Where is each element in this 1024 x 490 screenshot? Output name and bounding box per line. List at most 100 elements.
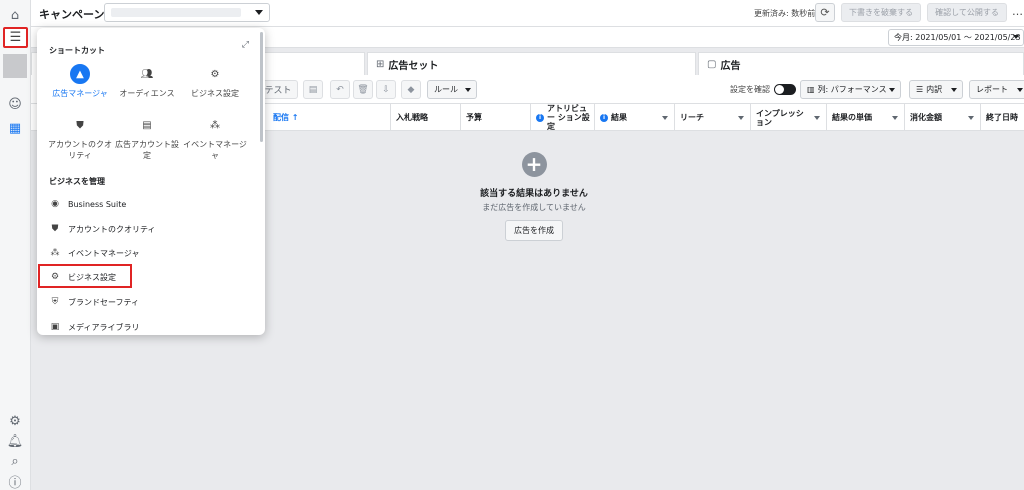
export-icon: ⇩ (382, 84, 390, 95)
create-ad-button[interactable]: 広告を作成 (505, 220, 563, 241)
tab-adsets-label: 広告セット (388, 60, 439, 72)
ads-manager-icon: ▲ (70, 64, 90, 84)
review-publish-button[interactable]: 確認して公開する (927, 3, 1007, 22)
chevron-down-icon (889, 88, 895, 92)
undo-icon: ↶ (336, 84, 344, 95)
settings-gear-icon[interactable]: ⚙ (5, 411, 25, 431)
chevron-down-icon (255, 10, 263, 15)
shield-icon: ⛊ (76, 119, 84, 131)
menu-button[interactable]: ☰ (3, 27, 28, 48)
update-status: 更新済み: 数秒前 (754, 9, 816, 18)
menu-item-label: イベントマネージャ (68, 248, 140, 258)
col-amount-spent[interactable]: 消化金額 (905, 104, 981, 131)
columns-icon: ▥ (807, 85, 815, 94)
menu-scrollbar[interactable] (260, 32, 263, 142)
rules-dropdown[interactable]: ルール (427, 80, 477, 99)
chevron-down-icon (892, 116, 898, 120)
shortcut-label: オーディエンス (119, 89, 175, 98)
plus-circle-icon[interactable]: + (521, 152, 547, 177)
chevron-down-icon (465, 88, 471, 92)
tag-icon: ◆ (407, 84, 415, 95)
adset-grid-icon: ⊞ (376, 58, 385, 70)
reports-label: レポート (976, 85, 1008, 94)
chevron-down-icon (1013, 35, 1019, 39)
shortcut-ad-account-settings[interactable]: ▤ 広告アカウント設定 (112, 115, 182, 161)
col-budget[interactable]: 予算 (461, 104, 531, 131)
tab-ads[interactable]: ▢ 広告 (698, 52, 1024, 75)
campaign-selector[interactable] (104, 3, 270, 22)
page-title: キャンペーン (39, 8, 105, 21)
duplicate-button[interactable]: ▤ (303, 80, 323, 99)
col-spent-label: 消化金額 (910, 113, 942, 122)
breakdown-icon: ☰ (916, 85, 924, 94)
highlight-box (38, 264, 132, 288)
breakdown-label: 内訳 (926, 85, 943, 94)
shortcut-label: ビジネス設定 (191, 89, 239, 98)
menu-item-brand-safety[interactable]: ⛨ ブランドセーフティ (49, 293, 139, 311)
shortcut-business-settings[interactable]: ⚙ ビジネス設定 (180, 64, 250, 99)
chevron-down-icon (968, 116, 974, 120)
campaigns-table-icon[interactable]: ▦ (5, 118, 25, 138)
trash-icon: 🗑︎ (357, 84, 369, 95)
ad-account-icon: ▤ (142, 119, 152, 131)
settings-check-label: 設定を確認 (730, 85, 770, 94)
brand-safety-icon: ⛨ (51, 297, 59, 307)
shortcut-label: イベントマネージャ (183, 140, 247, 160)
notifications-bell-icon[interactable]: 🔔︎ (5, 431, 25, 451)
menu-item-events-manager[interactable]: ⁂ イベントマネージャ (49, 244, 140, 262)
col-results[interactable]: i 結果 (595, 104, 675, 131)
chevron-down-icon (814, 116, 820, 120)
shortcut-account-quality[interactable]: ⛊ アカウントのクオリティ (45, 115, 115, 161)
col-delivery[interactable]: 配信 ↑ (268, 104, 391, 131)
export-button[interactable]: ⇩ (376, 80, 396, 99)
col-bid-strategy[interactable]: 入札戦略 (391, 104, 461, 131)
menu-item-label: ブランドセーフティ (68, 297, 140, 307)
shortcut-audiences[interactable]: 👥︎ オーディエンス (112, 64, 182, 99)
breakdown-dropdown[interactable]: ☰ 内訳 (909, 80, 963, 99)
columns-label: 列: パフォーマンス (817, 85, 887, 94)
events-icon: ⁂ (50, 248, 60, 258)
menu-item-media-library[interactable]: ▣ メディアライブラリ (49, 318, 140, 335)
col-reach-label: リーチ (680, 113, 704, 122)
refresh-icon: ⟳ (820, 6, 830, 19)
discard-draft-button[interactable]: 下書きを破棄する (841, 3, 921, 22)
tab-adsets[interactable]: ⊞ 広告セット (367, 52, 696, 75)
expand-icon[interactable]: ⤢ (242, 40, 249, 50)
refresh-button[interactable]: ⟳ (815, 3, 835, 22)
dashboard-icon[interactable]: ☺ (5, 94, 25, 114)
tag-button[interactable]: ◆ (401, 80, 421, 99)
shortcut-ads-manager[interactable]: ▲ 広告マネージャ (45, 64, 115, 99)
col-attribution[interactable]: i アトリビュー ション設定 (531, 104, 595, 131)
clipboard-icon: ▤ (308, 84, 318, 95)
empty-state: + 該当する結果はありません まだ広告を作成していません 広告を作成 (422, 152, 646, 241)
search-icon[interactable]: ⌕ (5, 451, 25, 471)
delete-button[interactable]: 🗑︎ (353, 80, 373, 99)
columns-dropdown[interactable]: ▥ 列: パフォーマンス (800, 80, 901, 99)
shortcuts-menu: ⤢ ショートカット ▲ 広告マネージャ 👥︎ オーディエンス ⚙ ビジネス設定 … (37, 28, 265, 335)
top-bar: キャンペーン 更新済み: 数秒前 ⟳ 下書きを破棄する 確認して公開する … (31, 0, 1024, 27)
home-icon[interactable]: ⌂ (5, 5, 25, 25)
info-icon: i (536, 113, 544, 122)
more-options-icon[interactable]: … (1012, 5, 1023, 18)
col-end-date[interactable]: 終了日時 (981, 104, 1024, 131)
audience-icon: 👥︎ (140, 68, 154, 80)
empty-state-subtitle: まだ広告を作成していません (482, 203, 586, 212)
col-impressions[interactable]: インプレッシ ョン (751, 104, 827, 131)
undo-button[interactable]: ↶ (330, 80, 350, 99)
hamburger-icon: ☰ (9, 30, 22, 45)
menu-item-business-suite[interactable]: ◉ Business Suite (49, 195, 126, 213)
settings-check-toggle[interactable] (774, 84, 796, 95)
account-avatar[interactable] (3, 54, 27, 78)
col-reach[interactable]: リーチ (675, 104, 751, 131)
col-results-label: 結果 (611, 113, 627, 122)
chevron-down-icon (1017, 88, 1023, 92)
shortcut-events-manager[interactable]: ⁂ イベントマネージャ (180, 115, 250, 161)
date-range-picker[interactable]: 今月: 2021/05/01 ～ 2021/05/23 (888, 29, 1024, 46)
rules-label: ルール (434, 85, 458, 94)
media-library-icon: ▣ (50, 322, 60, 332)
events-icon: ⁂ (210, 119, 220, 131)
menu-item-account-quality[interactable]: ⛊ アカウントのクオリティ (49, 220, 156, 238)
reports-dropdown[interactable]: レポート (969, 80, 1024, 99)
col-cost-per-result[interactable]: 結果の単価 (827, 104, 905, 131)
help-icon[interactable]: ⓘ (5, 471, 25, 490)
